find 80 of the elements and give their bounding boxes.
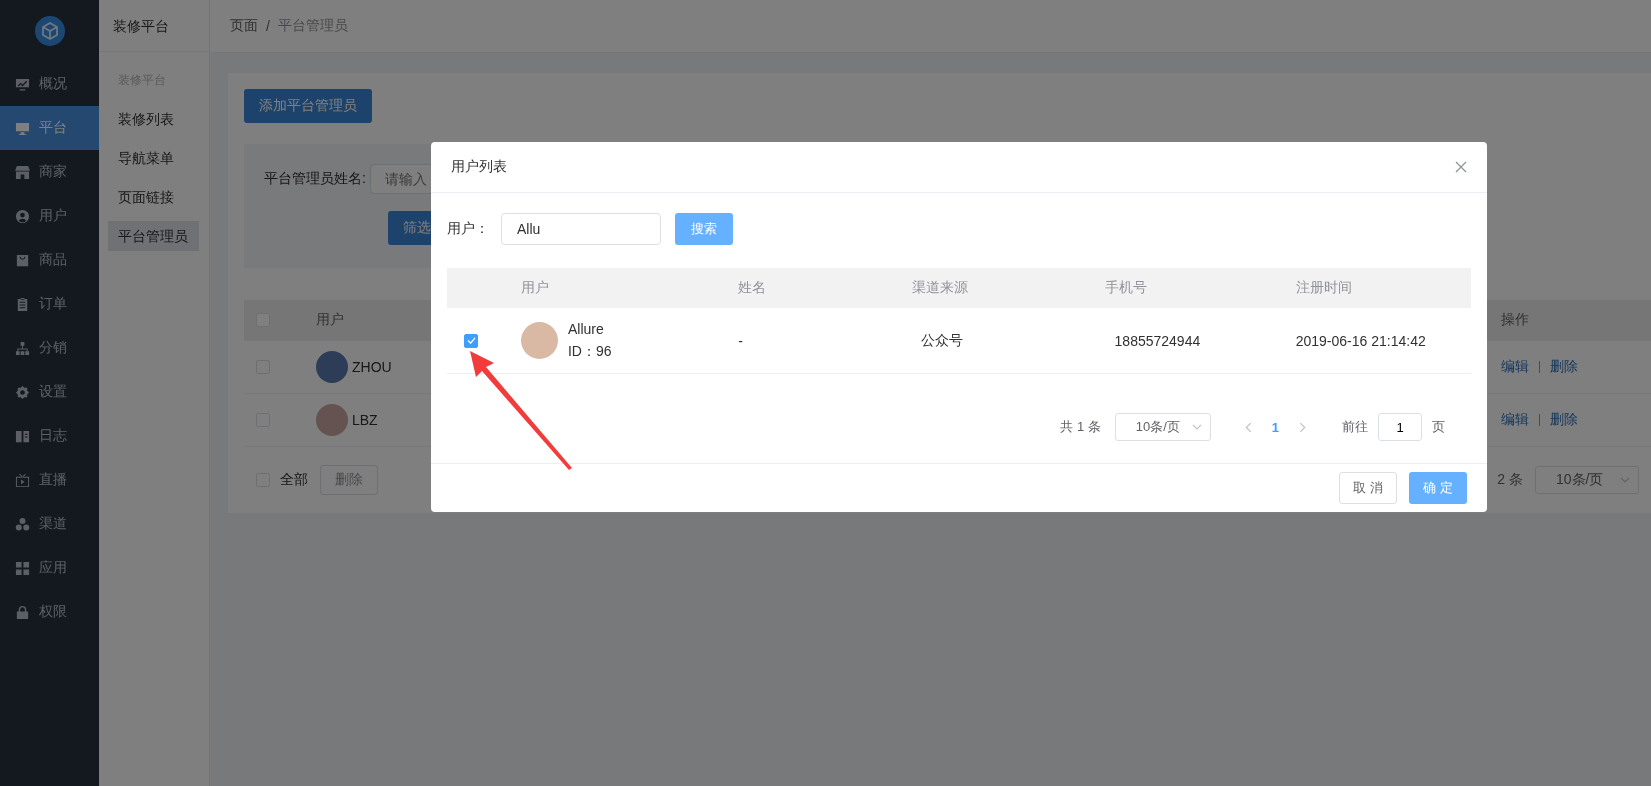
sidebar-item[interactable]: 应用 — [0, 546, 99, 590]
sidebar-item[interactable]: 订单 — [0, 282, 99, 326]
page-input-field[interactable]: 1 — [1378, 413, 1422, 441]
table-cell-text: 公众号 — [920, 331, 965, 350]
sidebar-item[interactable]: 商品 — [0, 238, 99, 282]
total-count: 2 条 — [1497, 471, 1523, 489]
column-header: 姓名 — [738, 279, 768, 297]
sidebar-item[interactable]: 日志 — [0, 414, 99, 458]
page-number[interactable]: 1 — [1271, 419, 1279, 435]
sidebar-item[interactable]: 概况 — [0, 62, 99, 106]
filter-label: 平台管理员姓名: — [264, 170, 366, 188]
next-page-icon[interactable] — [1299, 421, 1306, 433]
sidebar-item[interactable]: 直播 — [0, 458, 99, 502]
bag-icon — [15, 252, 30, 268]
check-icon — [466, 337, 476, 344]
confirm-button[interactable]: 确 定 — [1409, 472, 1467, 504]
table-cell-text: 2019-06-16 21:14:42 — [1295, 332, 1427, 349]
previous-page-icon[interactable] — [1244, 421, 1252, 433]
hierarchy-icon — [15, 340, 30, 356]
close-icon[interactable] — [1455, 161, 1467, 173]
sidebar-item[interactable]: 设置 — [0, 370, 99, 414]
monitor-icon — [15, 120, 30, 136]
caret-icon — [1191, 424, 1202, 430]
circles-icon — [15, 516, 30, 532]
user-name: ZHOU — [352, 359, 392, 375]
breadcrumb-separator: / — [266, 18, 270, 34]
sidebar-item[interactable]: 分销 — [0, 326, 99, 370]
avatar-placeholder — [316, 351, 348, 383]
logo-icon — [34, 16, 65, 46]
sidebar-item[interactable]: 平台 — [0, 106, 99, 150]
column-header: 用户 — [519, 279, 550, 297]
column-header: 手机号 — [1104, 279, 1148, 297]
sidebar-item[interactable]: 渠道 — [0, 502, 99, 546]
total-count: 共 1 条 — [1060, 418, 1101, 436]
user-label: 用户： — [447, 220, 490, 238]
breadcrumb-item[interactable]: 页面 — [230, 17, 258, 35]
user-name: LBZ — [352, 412, 378, 428]
search-button[interactable]: 搜索 — [675, 213, 733, 245]
column-header: 注册时间 — [1295, 279, 1353, 297]
sidebar-item[interactable]: 商家 — [0, 150, 99, 194]
page-size-select[interactable]: 10条/页 — [1535, 466, 1639, 494]
grid-icon — [15, 560, 30, 576]
edit-link[interactable]: 编辑 — [1501, 411, 1529, 429]
avatar-placeholder — [520, 322, 558, 359]
table-cell-text: 18855724944 — [1113, 332, 1202, 349]
goto-label: 前往 — [1342, 418, 1368, 436]
gear-icon — [15, 384, 30, 400]
store-icon — [15, 164, 30, 180]
column-header: 操作 — [1501, 311, 1530, 329]
caret-icon — [1620, 477, 1630, 483]
avatar-placeholder — [316, 404, 348, 436]
delete-link[interactable]: 删除 — [1550, 358, 1578, 376]
submenu-item[interactable]: 导航菜单 — [108, 143, 199, 173]
dialog-title: 用户列表 — [451, 158, 507, 176]
user-search-field[interactable]: Allu — [501, 213, 661, 245]
user-id: ID：96 — [567, 342, 612, 361]
book-icon — [15, 428, 30, 444]
checkbox[interactable] — [464, 333, 479, 348]
delete-link[interactable]: 删除 — [1550, 411, 1578, 429]
submenu-title: 装修平台 — [99, 0, 209, 52]
user-icon — [15, 208, 30, 224]
user-name: Allure — [567, 320, 605, 337]
sidebar-item[interactable]: 权限 — [0, 590, 99, 634]
page-size-select[interactable]: 10条/页 — [1114, 413, 1211, 441]
submenu-item[interactable]: 装修列表 — [108, 104, 199, 134]
cancel-button[interactable]: 取 消 — [1339, 472, 1397, 504]
table-cell-text: - — [738, 332, 744, 349]
sidebar-item[interactable]: 用户 — [0, 194, 99, 238]
clipboard-icon — [15, 296, 30, 312]
submenu-item[interactable]: 平台管理员 — [108, 221, 199, 251]
chart-icon — [15, 76, 30, 92]
tv-icon — [15, 472, 30, 488]
submenu-item[interactable]: 页面链接 — [108, 182, 199, 212]
column-header: 渠道来源 — [911, 279, 969, 297]
add-admin-button[interactable]: 添加平台管理员 — [244, 89, 372, 123]
lock-icon — [15, 604, 30, 620]
page-suffix: 页 — [1432, 418, 1445, 436]
select-all-label: 全部 — [280, 471, 308, 489]
edit-link[interactable]: 编辑 — [1501, 358, 1529, 376]
column-header: 用户 — [316, 311, 344, 329]
